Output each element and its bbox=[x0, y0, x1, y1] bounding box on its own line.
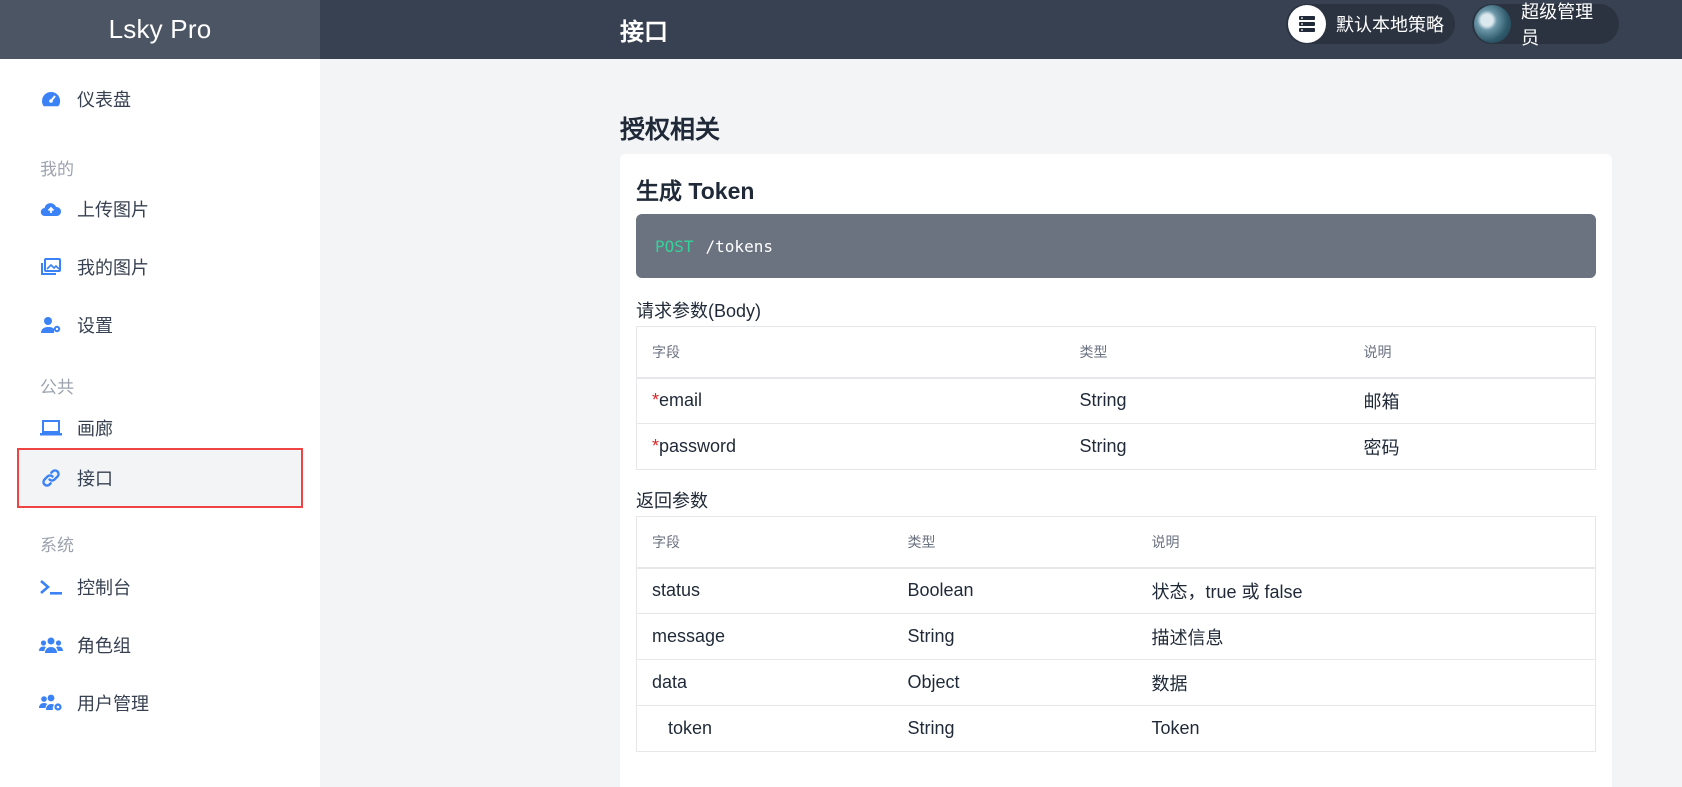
desc-cell: 密码 bbox=[1348, 423, 1596, 470]
cloud-upload-icon bbox=[39, 199, 63, 219]
section-label-system: 系统 bbox=[40, 536, 74, 555]
sidebar-item-label: 画廊 bbox=[77, 419, 113, 439]
sidebar-item-label: 控制台 bbox=[77, 578, 131, 598]
column-header: 字段 bbox=[636, 516, 893, 569]
sidebar-item-user-management[interactable]: 用户管理 bbox=[17, 673, 303, 733]
table-header-row: 字段 类型 说明 bbox=[636, 516, 1596, 569]
desc-cell: 描述信息 bbox=[1136, 613, 1596, 660]
user-menu-button[interactable]: 超级管理员 bbox=[1472, 2, 1619, 48]
type-cell: String bbox=[1064, 423, 1349, 470]
table-row: *password String 密码 bbox=[636, 423, 1596, 470]
type-cell: String bbox=[1064, 377, 1349, 424]
section-heading: 授权相关 bbox=[620, 116, 721, 144]
sidebar-item-settings[interactable]: 设置 bbox=[17, 295, 303, 355]
http-method: POST bbox=[655, 236, 694, 256]
terminal-icon bbox=[39, 577, 63, 597]
table-row: token String Token bbox=[636, 705, 1596, 752]
required-mark: * bbox=[652, 436, 660, 456]
brand-logo[interactable]: Lsky Pro bbox=[0, 0, 320, 59]
field-cell: *password bbox=[636, 423, 1065, 470]
sidebar: 仪表盘 我的 上传图片 我的图片 设置 公共 画廊 接口 系统 控制台 角色组 … bbox=[0, 59, 320, 787]
sidebar-item-label: 上传图片 bbox=[77, 200, 149, 220]
type-cell: String bbox=[892, 613, 1137, 660]
field-cell: message bbox=[636, 613, 893, 660]
user-name: 超级管理员 bbox=[1521, 2, 1594, 48]
desc-cell: 状态，true 或 false bbox=[1136, 567, 1596, 614]
response-params-table: 字段 类型 说明 status Boolean 状态，true 或 false … bbox=[636, 516, 1596, 752]
type-cell: String bbox=[892, 705, 1137, 752]
sidebar-item-label: 角色组 bbox=[77, 636, 131, 656]
column-header: 字段 bbox=[636, 326, 1065, 379]
section-label-public: 公共 bbox=[40, 378, 74, 397]
desc-cell: Token bbox=[1136, 705, 1596, 752]
strategy-label: 默认本地策略 bbox=[1336, 15, 1444, 35]
section-label-mine: 我的 bbox=[40, 160, 74, 179]
user-gear-icon bbox=[39, 315, 63, 335]
sidebar-item-dashboard[interactable]: 仪表盘 bbox=[17, 69, 303, 129]
sidebar-item-label: 设置 bbox=[77, 316, 113, 336]
request-params-label: 请求参数(Body) bbox=[636, 301, 762, 321]
sidebar-item-console[interactable]: 控制台 bbox=[17, 557, 303, 617]
images-icon bbox=[39, 257, 63, 277]
strategy-selector-button[interactable]: 默认本地策略 bbox=[1286, 4, 1455, 44]
field-cell: token bbox=[636, 705, 893, 752]
laptop-icon bbox=[39, 418, 63, 438]
sidebar-item-my-images[interactable]: 我的图片 bbox=[17, 237, 303, 297]
column-header: 说明 bbox=[1136, 516, 1596, 569]
type-cell: Boolean bbox=[892, 567, 1137, 614]
users-gear-icon bbox=[39, 693, 63, 713]
column-header: 说明 bbox=[1348, 326, 1596, 379]
table-row: *email String 邮箱 bbox=[636, 377, 1596, 424]
page-title: 接口 bbox=[620, 19, 668, 46]
field-cell: status bbox=[636, 567, 893, 614]
column-header: 类型 bbox=[1064, 326, 1349, 379]
table-row: data Object 数据 bbox=[636, 659, 1596, 706]
sidebar-item-label: 我的图片 bbox=[77, 258, 149, 278]
required-mark: * bbox=[652, 390, 660, 411]
table-row: status Boolean 状态，true 或 false bbox=[636, 567, 1596, 614]
server-icon bbox=[1288, 5, 1326, 43]
api-card: 生成 Token POST /tokens 请求参数(Body) 字段 类型 说… bbox=[620, 154, 1612, 787]
field-cell: data bbox=[636, 659, 893, 706]
endpoint-path: /tokens bbox=[705, 236, 773, 256]
desc-cell: 数据 bbox=[1136, 659, 1596, 706]
sidebar-item-label: 接口 bbox=[77, 469, 113, 489]
field-cell: *email bbox=[636, 377, 1065, 424]
sidebar-item-upload[interactable]: 上传图片 bbox=[17, 179, 303, 239]
table-header-row: 字段 类型 说明 bbox=[636, 326, 1596, 379]
endpoint-block: POST /tokens bbox=[636, 214, 1596, 278]
request-params-table: 字段 类型 说明 *email String 邮箱 *password Stri… bbox=[636, 326, 1596, 470]
sidebar-item-label: 仪表盘 bbox=[77, 90, 131, 110]
card-title: 生成 Token bbox=[636, 178, 755, 204]
table-row: message String 描述信息 bbox=[636, 613, 1596, 660]
top-bar: 接口 默认本地策略 超级管理员 bbox=[320, 0, 1682, 59]
desc-cell: 邮箱 bbox=[1348, 377, 1596, 424]
dashboard-icon bbox=[39, 89, 63, 109]
link-icon bbox=[39, 468, 63, 488]
users-icon bbox=[39, 635, 63, 655]
column-header: 类型 bbox=[892, 516, 1137, 569]
sidebar-item-api[interactable]: 接口 bbox=[17, 448, 303, 508]
type-cell: Object bbox=[892, 659, 1137, 706]
response-params-label: 返回参数 bbox=[636, 491, 708, 511]
sidebar-item-label: 用户管理 bbox=[77, 694, 149, 714]
avatar bbox=[1474, 5, 1512, 43]
sidebar-item-roles[interactable]: 角色组 bbox=[17, 615, 303, 675]
